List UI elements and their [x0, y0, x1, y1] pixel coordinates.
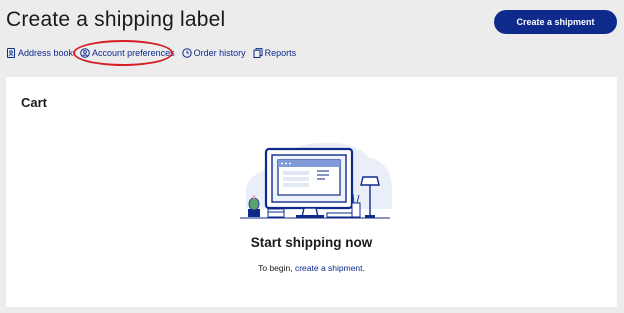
empty-state-suffix: . — [362, 263, 365, 273]
nav-address-book-label: Address book — [18, 48, 74, 58]
empty-state-prefix: To begin, — [258, 263, 295, 273]
create-shipment-button[interactable]: Create a shipment — [494, 10, 617, 34]
reports-icon — [253, 48, 263, 58]
nav-account-preferences-label: Account preferences — [92, 48, 175, 58]
nav-account-preferences[interactable]: Account preferences — [80, 48, 175, 58]
cart-card: Cart Start shipping now To begin, create… — [6, 77, 617, 307]
nav-address-book[interactable]: Address book — [6, 48, 73, 58]
nav-order-history-label: Order history — [193, 48, 246, 58]
nav-reports-label: Reports — [264, 48, 297, 58]
account-icon — [80, 48, 90, 58]
empty-state-message: To begin, create a shipment. — [6, 263, 617, 273]
create-shipment-link[interactable]: create a shipment — [295, 263, 363, 273]
cart-title: Cart — [21, 95, 48, 110]
nav-reports[interactable]: Reports — [253, 48, 297, 58]
nav-order-history[interactable]: Order history — [181, 48, 246, 58]
clock-icon — [181, 48, 192, 58]
address-book-icon — [6, 48, 16, 58]
empty-cart-illustration — [240, 142, 392, 219]
page: Create a shipping label Create a shipmen… — [0, 0, 624, 313]
secondary-nav: Address book Account preferences Order h… — [6, 46, 303, 60]
empty-state-title: Start shipping now — [250, 235, 373, 250]
page-title: Create a shipping label — [6, 8, 226, 31]
